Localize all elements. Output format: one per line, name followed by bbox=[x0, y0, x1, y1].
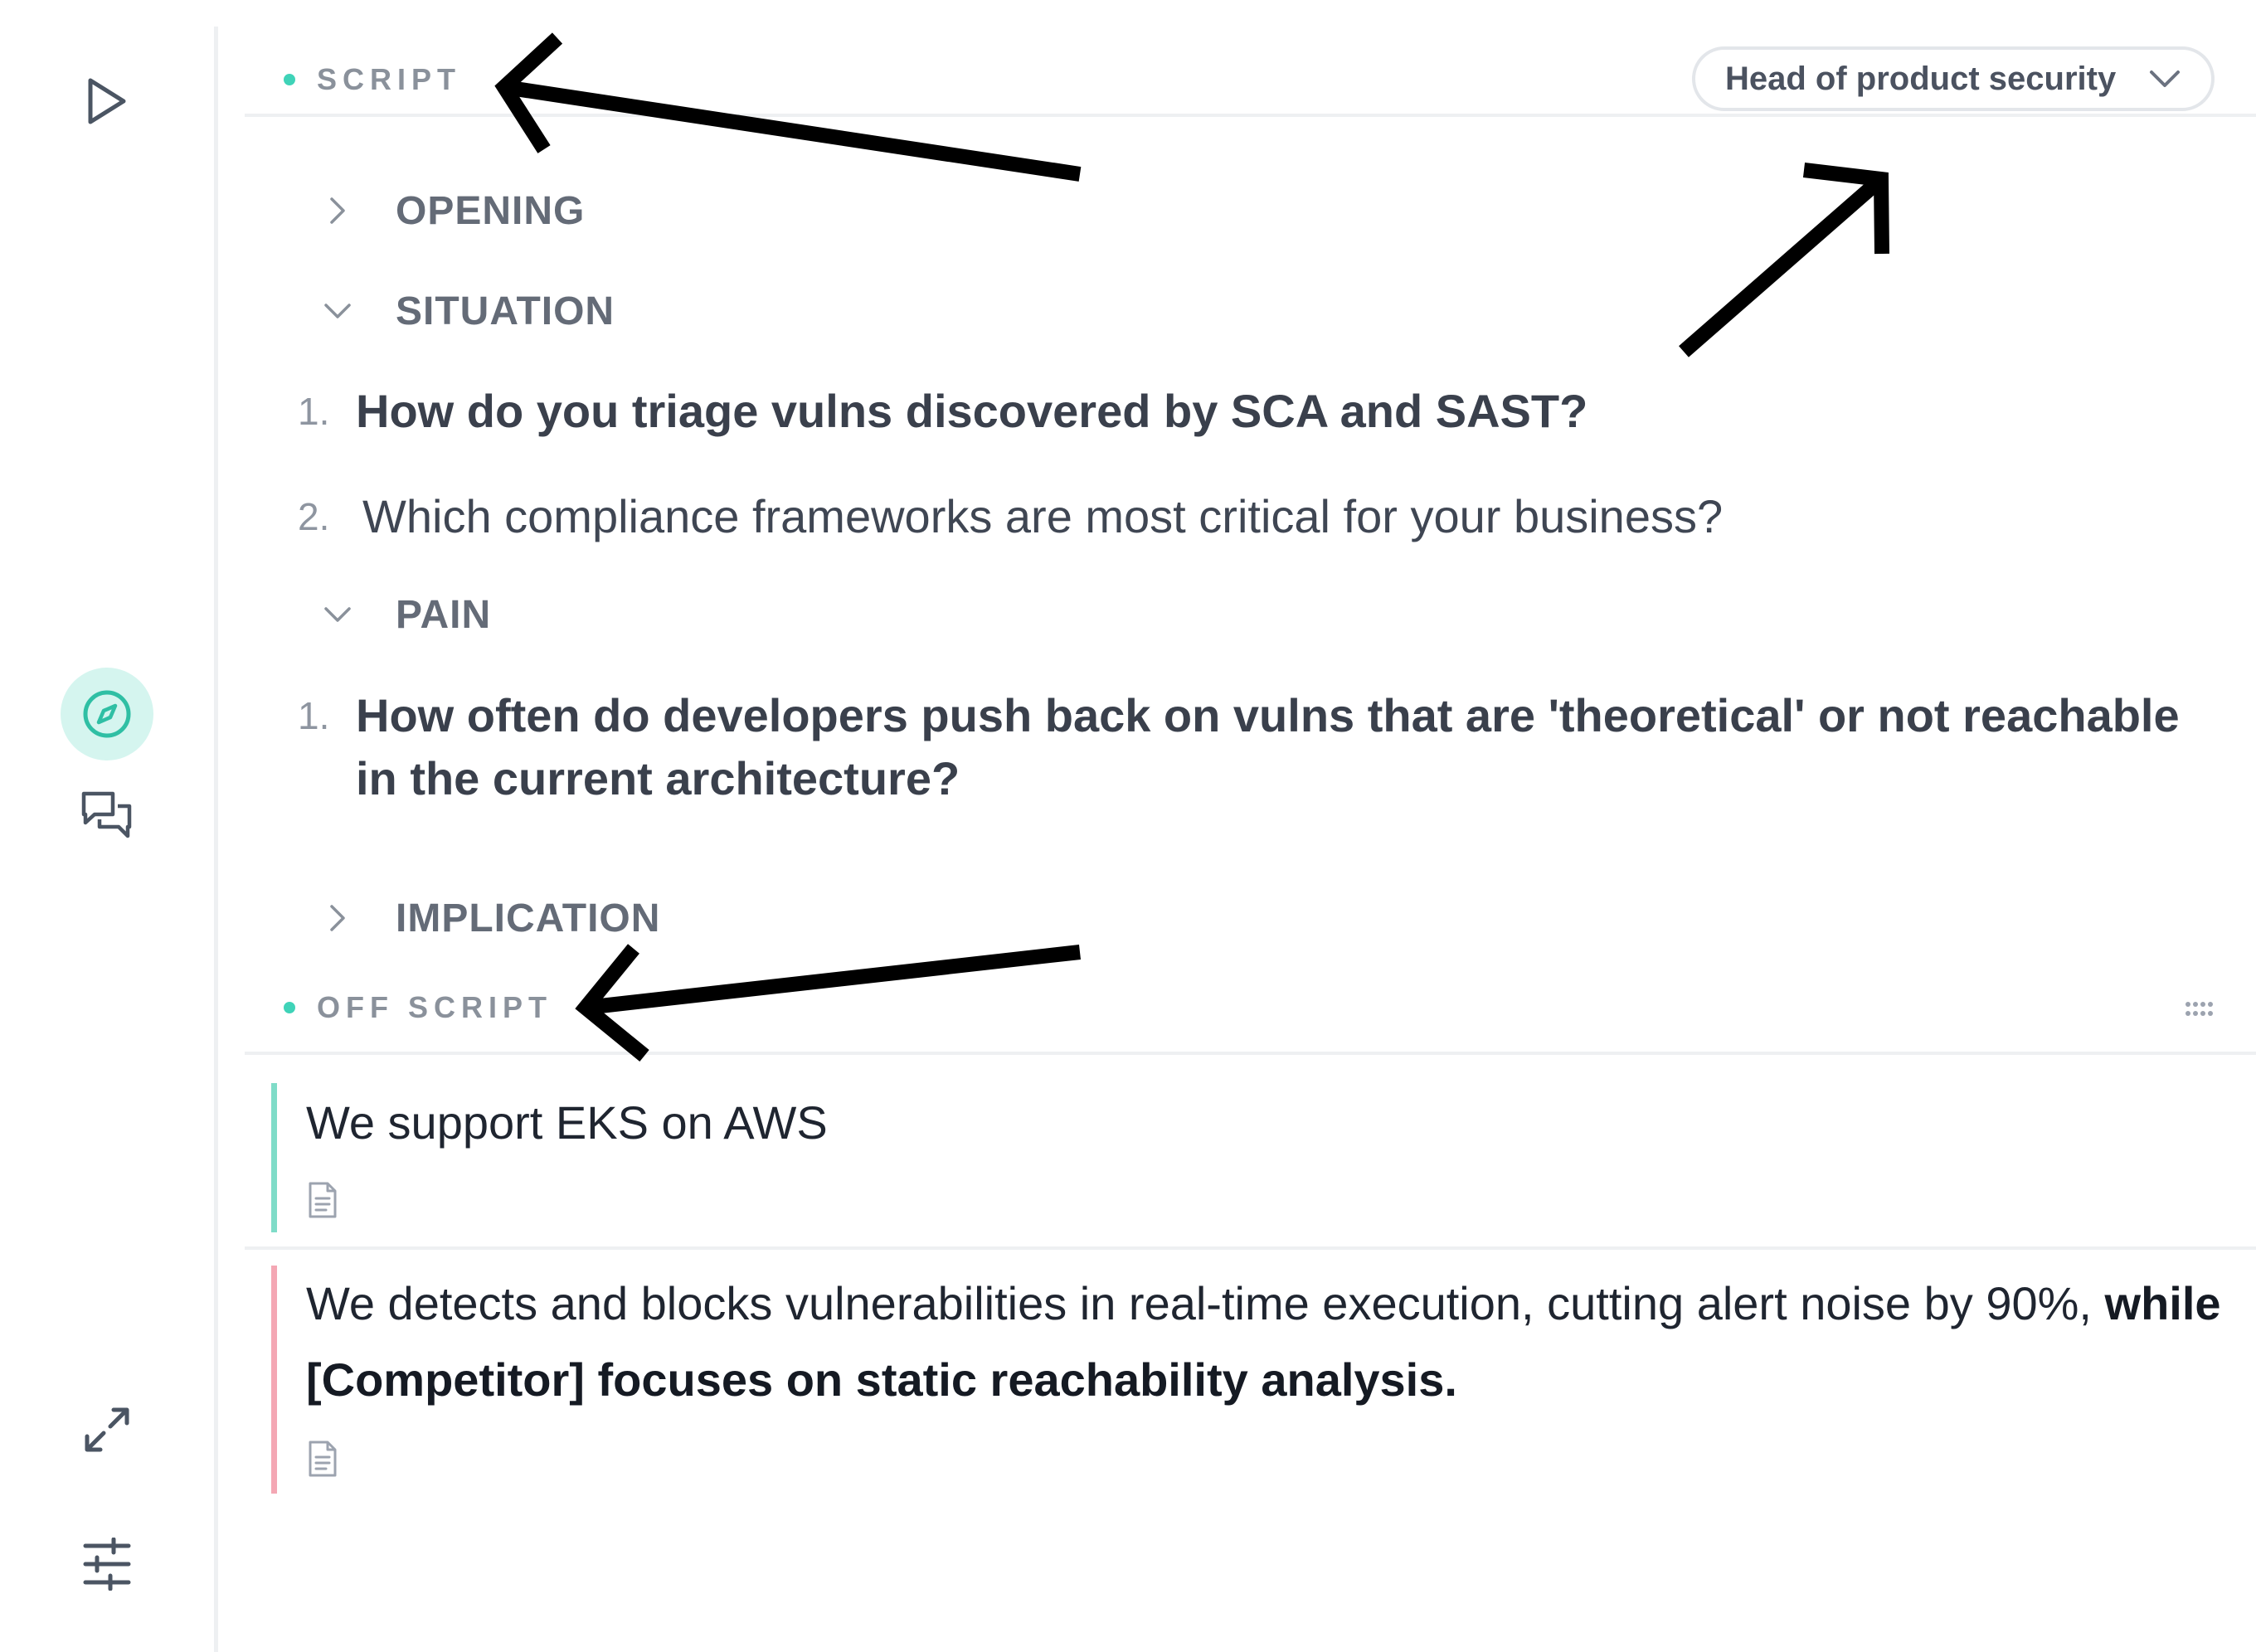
group-label: IMPLICATION bbox=[396, 896, 661, 940]
group-implication[interactable]: IMPLICATION bbox=[318, 885, 660, 951]
card-accent-bar bbox=[271, 1266, 277, 1494]
question-number: 1. bbox=[298, 694, 330, 737]
divider bbox=[245, 1246, 2256, 1250]
group-situation[interactable]: SITUATION bbox=[318, 278, 615, 344]
divider bbox=[245, 1052, 2256, 1055]
sliders-icon bbox=[83, 1538, 131, 1591]
expand-button[interactable] bbox=[61, 1383, 153, 1476]
document-icon[interactable] bbox=[308, 1440, 338, 1482]
question-text: How do you triage vulns discovered by SC… bbox=[356, 385, 1588, 437]
chevron-down-icon bbox=[318, 303, 357, 319]
chat-bubbles-icon bbox=[81, 791, 132, 838]
chevron-down-icon bbox=[318, 606, 357, 623]
chevron-down-icon bbox=[2150, 70, 2180, 87]
card-text-plain: We detects and blocks vulnerabilities in… bbox=[306, 1277, 2105, 1329]
off-script-card[interactable]: We detects and blocks vulnerabilities in… bbox=[271, 1266, 2256, 1494]
main-panel: SCRIPT Head of product security OPENING … bbox=[218, 0, 2256, 1652]
persona-selected-value: Head of product security bbox=[1725, 60, 2117, 97]
group-label: OPENING bbox=[396, 188, 586, 233]
group-label: PAIN bbox=[396, 592, 492, 637]
group-opening[interactable]: OPENING bbox=[318, 177, 585, 244]
question-number: 1. bbox=[298, 390, 330, 433]
off-script-header: OFF SCRIPT bbox=[245, 972, 2256, 1043]
question-item[interactable]: 1. How often do developers push back on … bbox=[298, 684, 2181, 810]
chat-button[interactable] bbox=[61, 769, 153, 862]
card-text: We detects and blocks vulnerabilities in… bbox=[306, 1266, 2223, 1418]
compass-button[interactable] bbox=[61, 668, 153, 760]
group-pain[interactable]: PAIN bbox=[318, 581, 491, 648]
expand-arrows-icon bbox=[85, 1407, 129, 1452]
question-text: How often do developers push back on vul… bbox=[356, 689, 2180, 804]
document-icon[interactable] bbox=[308, 1181, 338, 1223]
play-button[interactable] bbox=[61, 55, 153, 148]
off-script-title: OFF SCRIPT bbox=[317, 990, 552, 1024]
settings-button[interactable] bbox=[61, 1518, 153, 1611]
card-accent-bar bbox=[271, 1083, 277, 1232]
question-text: Which compliance frameworks are most cri… bbox=[362, 490, 1724, 542]
question-item[interactable]: 1. How do you triage vulns discovered by… bbox=[298, 380, 1587, 443]
play-icon bbox=[88, 78, 126, 124]
chevron-right-icon bbox=[318, 904, 357, 932]
status-dot bbox=[284, 74, 295, 85]
off-script-card[interactable]: We support EKS on AWS bbox=[271, 1083, 2256, 1232]
question-number: 2. bbox=[298, 495, 330, 538]
drag-handle-icon[interactable] bbox=[2185, 1001, 2213, 1022]
app-window: SCRIPT Head of product security OPENING … bbox=[0, 0, 2256, 1652]
compass-icon bbox=[83, 690, 131, 738]
status-dot bbox=[284, 1002, 295, 1013]
card-text: We support EKS on AWS bbox=[306, 1096, 828, 1149]
script-title: SCRIPT bbox=[317, 62, 462, 96]
chevron-right-icon bbox=[318, 197, 357, 225]
group-label: SITUATION bbox=[396, 289, 615, 333]
sidebar bbox=[0, 0, 218, 1652]
question-item[interactable]: 2. Which compliance frameworks are most … bbox=[298, 485, 1723, 548]
persona-dropdown[interactable]: Head of product security bbox=[1692, 46, 2215, 111]
